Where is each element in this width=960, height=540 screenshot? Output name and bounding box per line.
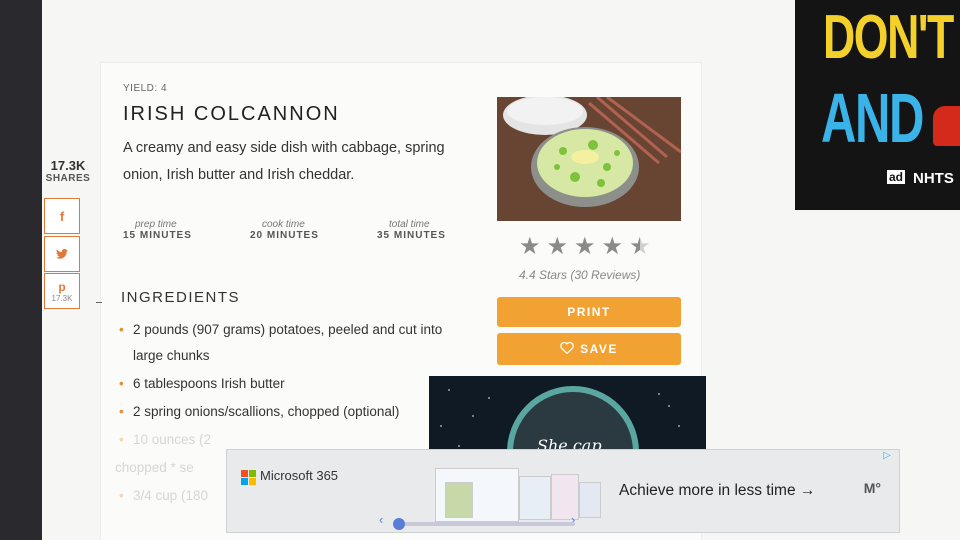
share-count-label: SHARES — [45, 173, 91, 184]
star-rating[interactable]: ★ ★ ★ ★ ★ — [519, 233, 651, 261]
ad-brand: Microsoft 365 — [260, 468, 339, 483]
ingredient-item: • 2 pounds (907 grams) potatoes, peeled a… — [115, 317, 475, 369]
ad-headline-line1: DON'T T — [823, 3, 960, 72]
prep-time-value: 15 MINUTES — [123, 230, 192, 241]
recipe-title: IRISH COLCANNON — [123, 103, 340, 125]
carousel-prev-icon[interactable]: ‹ — [379, 512, 383, 527]
adchoices-icon[interactable]: ▷ — [883, 450, 895, 462]
star-icon: ★ — [546, 233, 569, 260]
save-button[interactable]: SAVE — [497, 333, 681, 365]
total-time-label: total time — [389, 219, 430, 230]
twitter-share-button[interactable] — [44, 236, 80, 272]
ingredients-heading: INGREDIENTS — [121, 289, 241, 306]
facebook-share-button[interactable]: f — [44, 198, 80, 234]
ingredient-text: 2 pounds (907 grams) potatoes, peeled an… — [133, 322, 443, 363]
recipe-photo — [497, 97, 681, 221]
ad-headline-line2: AND — [821, 79, 924, 157]
ingredient-text: 2 spring onions/scallions, chopped (opti… — [133, 404, 400, 419]
pinterest-icon: p — [58, 279, 66, 294]
bullet-icon: • — [119, 376, 124, 391]
pinterest-count: 17.3K — [51, 293, 73, 303]
cook-time: cook time 20 MINUTES — [250, 219, 377, 241]
carousel-scroll-handle[interactable] — [393, 518, 405, 530]
bottom-banner-advertisement[interactable]: Microsoft 365 Achieve more in less time … — [226, 449, 900, 533]
carousel-scrollbar[interactable] — [393, 518, 575, 530]
print-button[interactable]: PRINT — [497, 297, 681, 327]
star-icon: ★ — [574, 233, 596, 260]
ingredient-text: 6 tablespoons Irish butter — [133, 376, 285, 391]
ingredient-text: 3/4 cup (180 — [133, 488, 209, 503]
star-icon: ★ — [601, 233, 624, 260]
bullet-icon: • — [119, 488, 124, 503]
recipe-description: A creamy and easy side dish with cabbage… — [123, 140, 445, 183]
car-icon — [933, 106, 960, 146]
cook-time-value: 20 MINUTES — [250, 230, 319, 241]
ad-badge: ad — [887, 170, 906, 184]
save-button-label: SAVE — [580, 342, 618, 356]
bullet-icon: • — [119, 432, 124, 447]
ingredient-item: • 2 spring onions/scallions, chopped (opt… — [115, 399, 475, 425]
print-button-label: PRINT — [567, 305, 611, 319]
ingredient-text: 10 ounces (2 — [133, 432, 212, 447]
rating-summary: 4.4 Stars (30 Reviews) — [519, 268, 641, 282]
total-time: total time 35 MINUTES — [377, 219, 504, 241]
ad-tagline: Achieve more in less time → — [619, 482, 816, 499]
bullet-icon: • — [119, 322, 124, 337]
publisher-mark: M° — [863, 480, 881, 496]
facebook-icon: f — [59, 208, 65, 224]
ad-sponsor: NHTS — [913, 170, 954, 187]
side-advertisement[interactable]: DON'T T AND ad NHTS — [795, 0, 960, 210]
bullet-icon: • — [119, 404, 124, 419]
cook-time-label: cook time — [262, 219, 305, 230]
share-count-number: 17.3K — [50, 158, 86, 173]
product-screenshots — [435, 464, 605, 522]
browser-viewport: 17.3K SHARES f p 17.3K YIELD: 4 IRISH CO… — [42, 0, 960, 540]
microsoft-logo-icon — [241, 470, 256, 485]
recipe-yield: YIELD: 4 — [123, 83, 168, 94]
total-time-value: 35 MINUTES — [377, 230, 446, 241]
divider — [96, 302, 102, 303]
star-icon: ★ — [519, 233, 541, 260]
prep-time: prep time 15 MINUTES — [123, 219, 250, 241]
ingredient-item: • 6 tablespoons Irish butter — [115, 371, 475, 397]
recipe-times: prep time 15 MINUTES cook time 20 MINUTE… — [123, 219, 504, 241]
pinterest-share-button[interactable]: p 17.3K — [44, 273, 80, 309]
prep-time-label: prep time — [135, 219, 177, 230]
heart-icon — [560, 341, 574, 357]
ingredient-text: chopped * se — [115, 460, 194, 475]
twitter-icon — [56, 247, 68, 262]
share-count: 17.3K SHARES — [42, 158, 94, 184]
half-star-icon: ★ — [629, 233, 651, 260]
